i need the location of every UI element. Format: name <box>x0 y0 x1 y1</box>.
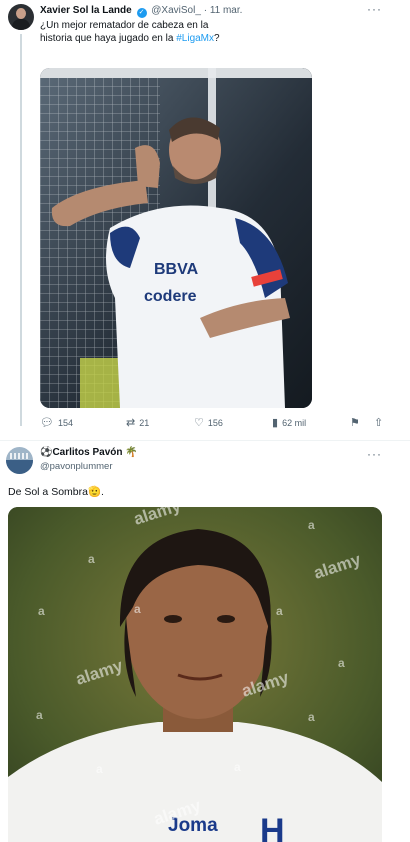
tweet-quoted[interactable]: Xavier Sol la Lande ✓ @XaviSol_ · 11 mar… <box>0 0 410 440</box>
author-name[interactable]: Carlitos Pavón <box>52 447 122 458</box>
tweet-header: ⚽Carlitos Pavón 🌴 <box>40 447 138 458</box>
watermark-mark: a <box>96 762 103 776</box>
player-photo: BBVA codere <box>40 68 312 408</box>
views-button[interactable]: ▮ 62 mil <box>272 416 306 429</box>
more-options-icon[interactable]: ··· <box>367 2 382 16</box>
retweet-count: 21 <box>139 417 150 428</box>
avatar-crowd <box>10 453 29 459</box>
tweet-text-end: . <box>101 486 104 498</box>
jersey-sponsor-2: codere <box>144 288 197 305</box>
bookmark-icon: ⚑ <box>350 417 360 429</box>
reply-button[interactable]: 💬︎ 154 <box>40 416 73 429</box>
tweet-actions: 💬︎ 154 ⇄ 21 ♡ 156 ▮ 62 mil ⚑ ⇧ <box>40 416 383 432</box>
views-count: 62 mil <box>282 417 307 428</box>
avatar[interactable] <box>8 4 34 30</box>
reply-icon: 💬︎ <box>40 417 54 429</box>
jersey-sponsor-1: BBVA <box>154 261 199 278</box>
avatar-stripe <box>6 460 33 474</box>
verified-badge-icon: ✓ <box>136 8 147 18</box>
tweet-date[interactable]: 11 mar. <box>210 5 243 16</box>
author-handle[interactable]: @pavonplummer <box>40 461 112 472</box>
author-handle[interactable]: @XaviSol_ <box>151 5 201 16</box>
watermark-mark: a <box>308 518 315 532</box>
avatar-body <box>12 19 30 30</box>
share-button[interactable]: ⇧ <box>374 416 383 429</box>
retweet-button[interactable]: ⇄ 21 <box>126 416 149 429</box>
thread-line <box>20 34 22 426</box>
tweet-image[interactable]: Joma H alamy alamy alamy alamy alamy a a… <box>8 507 382 842</box>
tweet-header: Xavier Sol la Lande ✓ @XaviSol_ · 11 mar… <box>40 5 242 18</box>
bar-chart-icon: ▮ <box>272 417 279 429</box>
bookmark-button[interactable]: ⚑ <box>350 416 360 429</box>
jersey-crest: H <box>260 812 285 842</box>
tweet-text: ¿Un mejor rematador de cabeza en la hist… <box>40 19 220 45</box>
tweet-text-main: De Sol a Sombra <box>8 486 88 498</box>
like-count: 156 <box>207 417 223 428</box>
palm-tree-icon: 🌴 <box>125 447 138 458</box>
watermark-mark: a <box>36 708 43 722</box>
author-name[interactable]: Xavier Sol la Lande <box>40 5 132 16</box>
tweet-image[interactable]: BBVA codere <box>40 68 312 408</box>
avatar-head <box>16 8 26 19</box>
heart-icon: ♡ <box>194 417 204 429</box>
share-icon: ⇧ <box>374 417 384 429</box>
tweet-reply[interactable]: ⚽Carlitos Pavón 🌴 @pavonplummer ··· De S… <box>0 441 410 842</box>
like-button[interactable]: ♡ 156 <box>194 416 223 429</box>
avatar[interactable] <box>6 447 33 474</box>
more-options-icon[interactable]: ··· <box>367 447 382 461</box>
watermark-mark: a <box>234 760 241 774</box>
watermark-mark: a <box>38 604 45 618</box>
separator: · <box>203 5 208 16</box>
hashtag-link[interactable]: #LigaMx <box>176 33 214 44</box>
watermark-mark: a <box>308 710 315 724</box>
tweet-text-part2: ? <box>214 33 220 44</box>
watermark-mark: a <box>134 602 141 616</box>
retweet-icon: ⇄ <box>126 417 136 429</box>
watermark-mark: a <box>338 656 345 670</box>
tweet-text: De Sol a Sombra🫡. <box>8 485 104 498</box>
reply-count: 154 <box>57 417 73 428</box>
saluting-face-icon: 🫡 <box>87 486 102 498</box>
watermark-mark: a <box>88 552 95 566</box>
player-photo: Joma H alamy alamy alamy alamy alamy a a… <box>8 507 382 842</box>
watermark-mark: a <box>276 604 283 618</box>
soccer-ball-icon: ⚽ <box>40 447 53 458</box>
